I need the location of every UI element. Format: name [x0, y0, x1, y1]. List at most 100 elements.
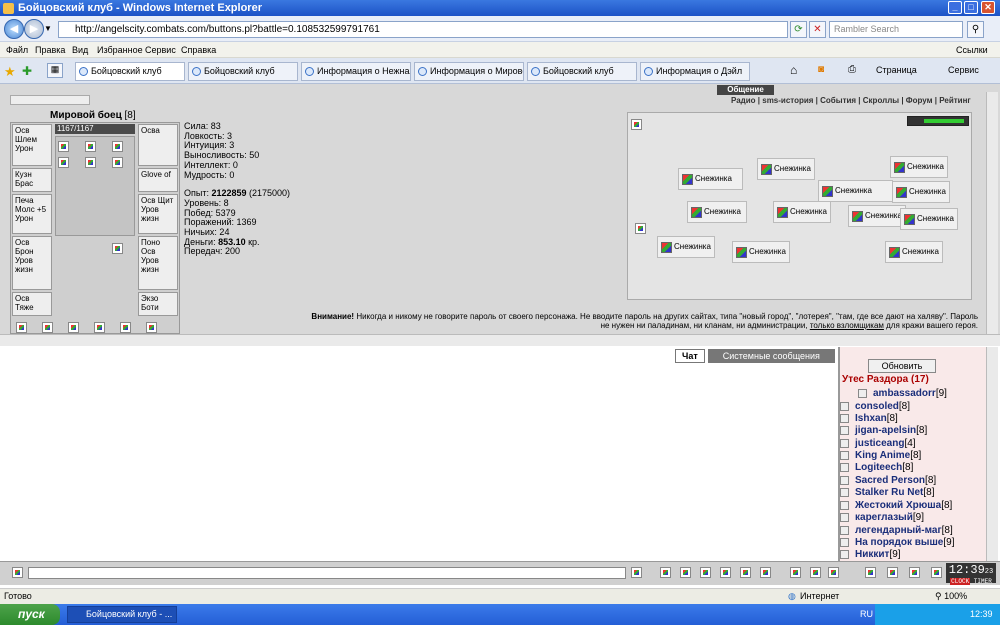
user-item[interactable]: Ishxan[8] [840, 413, 898, 424]
mob-snowflake[interactable]: Снежинка [678, 168, 743, 190]
tab-3[interactable]: Информация о Нежная н... [301, 62, 411, 81]
mob-snowflake[interactable]: Снежинка [885, 241, 943, 263]
user-item[interactable]: ambassadorr[9] [858, 388, 947, 399]
map-icon[interactable] [631, 119, 642, 130]
chat-input[interactable] [28, 567, 626, 579]
item-icon[interactable] [85, 141, 96, 152]
item-icon[interactable] [120, 322, 131, 333]
refresh-button[interactable]: Обновить [868, 359, 936, 373]
user-item[interactable]: jigan-apelsin[8] [840, 425, 927, 436]
mob-snowflake[interactable]: Снежинка [818, 180, 893, 202]
vertical-scrollbar[interactable] [986, 92, 998, 334]
user-item[interactable]: кареглазый[9] [840, 512, 924, 523]
menu-favorites[interactable]: Избранное [97, 42, 143, 58]
page-menu[interactable]: Страница [876, 65, 917, 75]
menu-edit[interactable]: Правка [35, 42, 65, 58]
tab-system-messages[interactable]: Системные сообщения [707, 349, 835, 363]
item-icon[interactable] [42, 322, 53, 333]
user-item[interactable]: Никкит[9] [840, 549, 901, 560]
tab-2[interactable]: Бойцовский клуб [188, 62, 298, 81]
slot-helmet[interactable]: Осв Шлем Урон [12, 124, 52, 166]
url-input[interactable]: http://angelscity.combats.com/buttons.pl… [58, 21, 788, 38]
user-item[interactable]: легендарный-маг[8] [840, 525, 953, 536]
item-icon[interactable] [58, 157, 69, 168]
links-label[interactable]: Ссылки [956, 42, 988, 58]
add-favorites-icon[interactable]: ✚ [22, 64, 32, 78]
sidebar-scrollbar[interactable] [986, 347, 998, 561]
map-icon[interactable] [635, 223, 646, 234]
tab-5[interactable]: Бойцовский клуб [527, 62, 637, 81]
tab-communication[interactable]: Общение [717, 85, 774, 95]
user-item[interactable]: justiceang[4] [840, 438, 916, 449]
menu-file[interactable]: Файл [6, 42, 28, 58]
tools-menu[interactable]: Сервис [948, 65, 979, 75]
nav-links[interactable]: Радио | sms-история | События | Скроллы … [731, 96, 971, 105]
search-input[interactable]: Rambler Search [829, 21, 963, 38]
mob-snowflake[interactable]: Снежинка [848, 205, 906, 227]
item-icon[interactable] [112, 141, 123, 152]
mob-snowflake[interactable]: Снежинка [757, 158, 815, 180]
mob-snowflake[interactable]: Снежинка [773, 201, 831, 223]
send-icon[interactable] [631, 567, 642, 578]
slot-boots[interactable]: Экзо Боти [138, 292, 178, 316]
taskbar-item[interactable]: Бойцовский клуб - ... [67, 606, 177, 623]
menu-help[interactable]: Справка [181, 42, 216, 58]
favorites-star-icon[interactable]: ★ [4, 64, 16, 80]
toolbar-icon[interactable] [931, 567, 942, 578]
user-item[interactable]: Sacred Person[8] [840, 475, 936, 486]
mob-snowflake[interactable]: Снежинка [892, 181, 950, 203]
search-icon[interactable]: ⚲ [967, 21, 984, 38]
mob-snowflake[interactable]: Снежинка [900, 208, 958, 230]
tab-chat[interactable]: Чат [675, 349, 705, 363]
tab-6[interactable]: Информация о Дэйл [640, 62, 750, 81]
item-icon[interactable] [85, 157, 96, 168]
toolbar-icon[interactable] [680, 567, 691, 578]
mob-snowflake[interactable]: Снежинка [687, 201, 747, 223]
mob-snowflake[interactable]: Снежинка [890, 156, 948, 178]
item-icon[interactable] [68, 322, 79, 333]
slot-gloves[interactable]: Glove of [138, 168, 178, 192]
toolbar-icon[interactable] [760, 567, 771, 578]
toolbar-input[interactable] [10, 95, 90, 105]
toolbar-icon[interactable] [660, 567, 671, 578]
menu-view[interactable]: Вид [72, 42, 88, 58]
toolbar-icon[interactable] [790, 567, 801, 578]
history-dropdown-icon[interactable]: ▼ [44, 24, 52, 33]
item-icon[interactable] [16, 322, 27, 333]
slot-leggings[interactable]: Поно Осв Уров жизн [138, 236, 178, 290]
item-icon[interactable] [94, 322, 105, 333]
item-icon[interactable] [112, 243, 123, 254]
user-item[interactable]: Stalker Ru Net[8] [840, 487, 934, 498]
toolbar-icon[interactable] [909, 567, 920, 578]
quick-tabs-icon[interactable]: ▦ [47, 63, 63, 78]
toolbar-icon[interactable] [700, 567, 711, 578]
home-icon[interactable]: ⌂ [790, 63, 797, 77]
toolbar-icon[interactable] [887, 567, 898, 578]
close-button[interactable]: ✕ [981, 1, 995, 14]
tab-1[interactable]: Бойцовский клуб [75, 62, 185, 81]
slot-weapon[interactable]: Печа Молс +5 Урон [12, 194, 52, 234]
stop-icon[interactable]: ✕ [809, 21, 826, 38]
item-icon[interactable] [58, 141, 69, 152]
warning-link[interactable]: только взломщикам [810, 321, 884, 330]
mob-snowflake[interactable]: Снежинка [657, 236, 715, 258]
horizontal-scrollbar[interactable] [0, 334, 1000, 346]
slot-armor[interactable]: Осв Брон Уров жизн [12, 236, 52, 290]
refresh-icon[interactable]: ⟳ [790, 21, 807, 38]
maximize-button[interactable]: □ [964, 1, 978, 14]
tab-4[interactable]: Информация о Мировой ... [414, 62, 524, 81]
menu-tools[interactable]: Сервис [145, 42, 176, 58]
toolbar-icon[interactable] [828, 567, 839, 578]
toolbar-icon[interactable] [865, 567, 876, 578]
mob-snowflake[interactable]: Снежинка [732, 241, 790, 263]
minimize-button[interactable]: _ [948, 1, 962, 14]
slot-belt[interactable]: Осв Тяже [12, 292, 52, 316]
print-icon[interactable]: ⎙ [848, 64, 856, 75]
forward-button[interactable]: ▶ [24, 19, 44, 39]
item-icon[interactable] [146, 322, 157, 333]
start-button[interactable]: пуск [0, 604, 60, 625]
user-item[interactable]: На порядок выше[9] [840, 537, 954, 548]
slot-shield[interactable]: Осв Щит Уров жизн [138, 194, 178, 234]
item-icon[interactable] [112, 157, 123, 168]
slot-ring[interactable]: Осва [138, 124, 178, 166]
